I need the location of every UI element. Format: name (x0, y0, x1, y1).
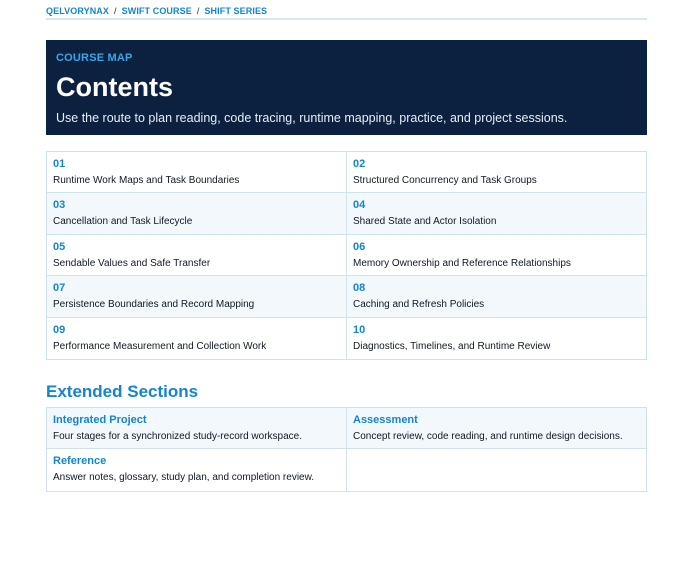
toc-item-number: 03 (53, 199, 66, 212)
breadcrumb-separator: / (196, 6, 200, 16)
breadcrumb: QELVORYNAX / SWIFT COURSE / SHIFT SERIES (46, 6, 647, 20)
toc-item[interactable]: 02 Structured Concurrency and Task Group… (347, 152, 646, 194)
toc-item-title: Persistence Boundaries and Record Mappin… (53, 299, 255, 311)
toc-item-title: Shared State and Actor Isolation (353, 216, 497, 228)
toc-item[interactable]: 07 Persistence Boundaries and Record Map… (47, 276, 347, 318)
toc-item-title: Runtime Work Maps and Task Boundaries (53, 175, 240, 186)
extended-grid: Integrated Project Four stages for a syn… (46, 407, 647, 492)
breadcrumb-link-series[interactable]: SHIFT SERIES (204, 6, 267, 16)
toc-item[interactable]: 10 Diagnostics, Timelines, and Runtime R… (347, 318, 646, 359)
hero-lede: Use the route to plan reading, code trac… (56, 111, 568, 125)
toc-item[interactable]: 06 Memory Ownership and Reference Relati… (347, 235, 646, 277)
toc-grid: 01 Runtime Work Maps and Task Boundaries… (46, 151, 647, 360)
toc-item-number: 09 (53, 323, 66, 336)
toc-item[interactable]: 09 Performance Measurement and Collectio… (47, 317, 347, 359)
extended-item-assessment[interactable]: Assessment Concept review, code reading,… (347, 408, 646, 450)
toc-item-number: 04 (353, 199, 366, 212)
toc-item[interactable]: 03 Cancellation and Task Lifecycle (47, 193, 347, 235)
toc-item-number: 07 (53, 282, 66, 295)
extended-empty-cell (347, 449, 646, 490)
extended-item-project[interactable]: Integrated Project Four stages for a syn… (47, 408, 347, 450)
toc-item-number: 06 (353, 240, 366, 253)
toc-item-number: 08 (353, 282, 366, 295)
toc-item-title: Caching and Refresh Policies (353, 299, 485, 311)
toc-item[interactable]: 05 Sendable Values and Safe Transfer (47, 234, 347, 277)
extended-item-desc: Four stages for a synchronized study-rec… (53, 431, 302, 442)
toc-item-title: Structured Concurrency and Task Groups (353, 175, 537, 186)
hero-banner: COURSE MAP Contents Use the route to pla… (46, 40, 647, 135)
extended-item-desc: Answer notes, glossary, study plan, and … (53, 472, 315, 484)
extended-item-title: Assessment (353, 414, 418, 426)
toc-item[interactable]: 08 Caching and Refresh Policies (347, 276, 646, 318)
section-title-extended: Extended Sections (46, 382, 199, 401)
extended-item-title: Integrated Project (53, 414, 147, 426)
page-title: Contents (56, 72, 173, 102)
toc-item-title: Performance Measurement and Collection W… (53, 340, 267, 352)
toc-item[interactable]: 04 Shared State and Actor Isolation (347, 193, 646, 235)
page: QELVORYNAX / SWIFT COURSE / SHIFT SERIES COU… (0, 0, 692, 564)
toc-item-title: Diagnostics, Timelines, and Runtime Revi… (353, 340, 551, 352)
toc-item[interactable]: 01 Runtime Work Maps and Task Boundaries (47, 152, 347, 194)
toc-item-title: Memory Ownership and Reference Relations… (353, 257, 571, 269)
toc-item-number: 01 (53, 158, 66, 170)
breadcrumb-separator: / (114, 6, 117, 16)
toc-item-title: Cancellation and Task Lifecycle (53, 216, 193, 228)
toc-item-title: Sendable Values and Safe Transfer (53, 257, 211, 269)
extended-item-desc: Concept review, code reading, and runtim… (353, 431, 623, 442)
toc-item-number: 02 (353, 158, 366, 170)
extended-item-title: Reference (53, 455, 107, 468)
hero-eyebrow: COURSE MAP (56, 52, 133, 64)
extended-item-reference[interactable]: Reference Answer notes, glossary, study … (47, 449, 347, 491)
toc-item-number: 10 (353, 323, 366, 336)
toc-item-number: 05 (53, 240, 66, 253)
breadcrumb-link-home[interactable]: QELVORYNAX (46, 6, 109, 16)
breadcrumb-link-course[interactable]: SWIFT COURSE (122, 6, 192, 16)
